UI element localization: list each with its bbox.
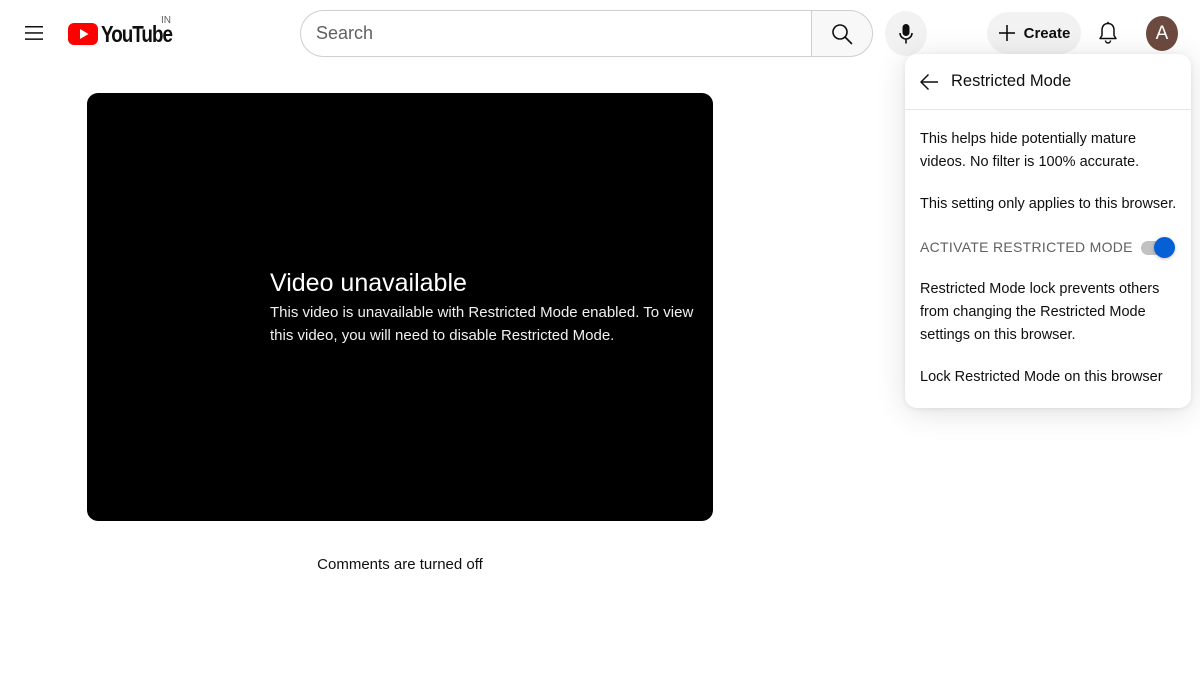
comments-status: Comments are turned off [317, 556, 483, 573]
player-error-message: Video unavailable This video is unavaila… [270, 267, 700, 347]
video-player[interactable]: Video unavailable This video is unavaila… [87, 93, 713, 521]
guide-menu-button[interactable] [14, 13, 54, 53]
toggle-label: ACTIVATE RESTRICTED MODE [920, 238, 1133, 255]
restricted-mode-toggle[interactable] [1139, 235, 1175, 259]
youtube-watch-page: YouTube IN Create A V [0, 0, 1200, 675]
search-button[interactable] [811, 10, 873, 57]
search-icon [832, 23, 853, 44]
arrow-back-icon [920, 73, 938, 90]
account-avatar[interactable]: A [1146, 16, 1178, 51]
youtube-play-logo-icon [68, 23, 98, 45]
menu-icon [25, 26, 43, 40]
toggle-knob [1154, 237, 1175, 258]
country-code: IN [161, 15, 171, 26]
browser-scope-note: This setting only applies to this browse… [920, 196, 1177, 212]
panel-body: This helps hide potentially mature video… [905, 110, 1191, 389]
lock-restricted-mode-link[interactable]: Lock Restricted Mode on this browser [920, 366, 1163, 389]
plus-icon [998, 25, 1015, 41]
search-box [300, 10, 812, 57]
player-error-description: This video is unavailable with Restricte… [270, 304, 694, 344]
panel-title: Restricted Mode [951, 72, 1072, 90]
mic-icon [899, 23, 913, 43]
restricted-mode-toggle-row: ACTIVATE RESTRICTED MODE [920, 235, 1177, 259]
back-button[interactable] [917, 70, 941, 94]
bell-icon [1099, 21, 1117, 44]
player-error-title: Video unavailable [270, 269, 467, 297]
panel-header: Restricted Mode [905, 54, 1191, 110]
restricted-mode-description: This helps hide potentially mature video… [920, 131, 1140, 170]
create-button-label: Create [1023, 24, 1071, 42]
lock-description: Restricted Mode lock prevents others fro… [920, 281, 1160, 343]
voice-search-button[interactable] [885, 11, 927, 56]
notifications-button[interactable] [1088, 13, 1128, 53]
restricted-mode-panel: Restricted Mode This helps hide potentia… [905, 54, 1191, 408]
create-button[interactable]: Create [987, 12, 1081, 54]
search-input[interactable] [316, 11, 812, 56]
